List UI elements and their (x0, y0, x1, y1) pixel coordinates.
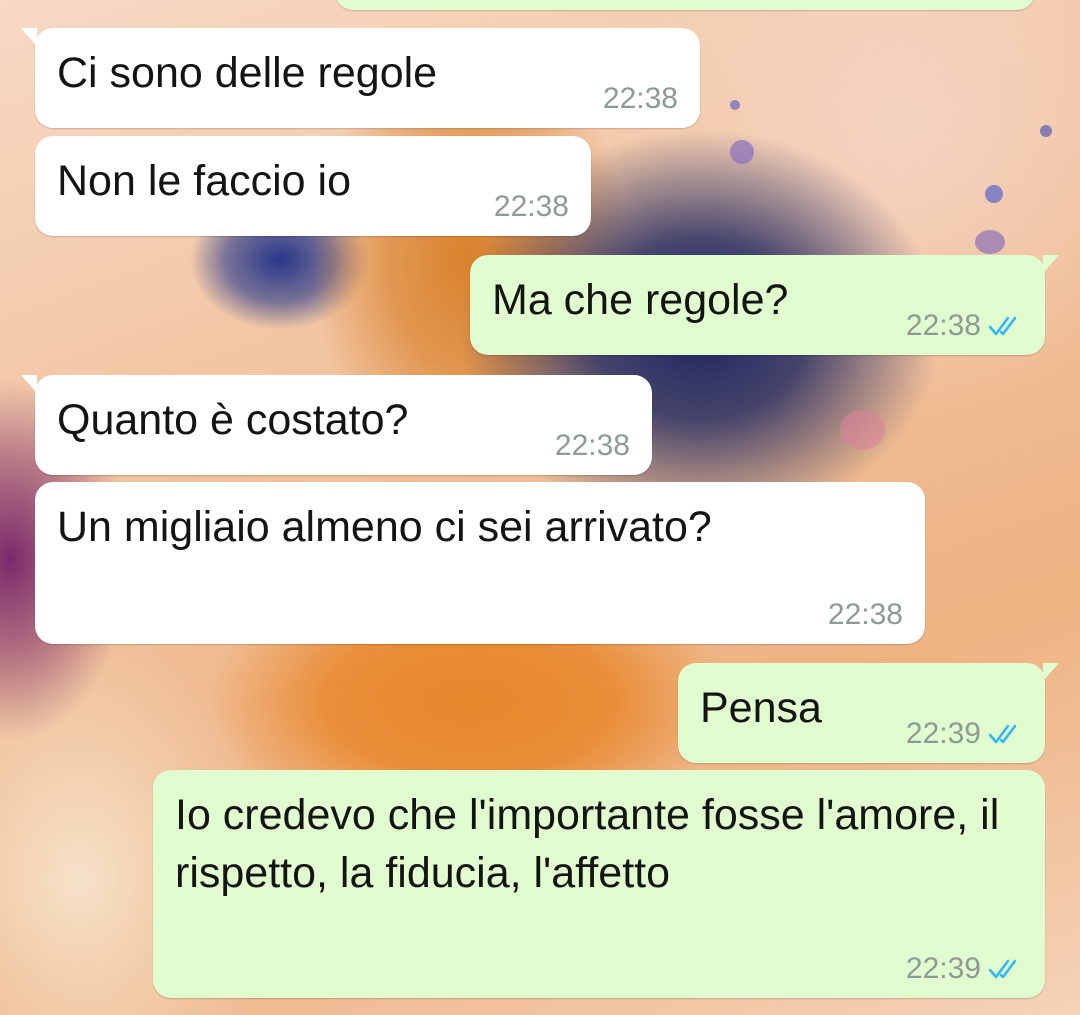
message-meta: 22:38 (494, 190, 569, 224)
message-bubble-outgoing[interactable]: Pensa 22:39 (678, 663, 1059, 763)
wallpaper-paint-dot (985, 185, 1003, 203)
message-meta: 22:39 (906, 717, 1023, 751)
wallpaper-paint-dot (730, 100, 740, 110)
message-text: Io credevo che l'importante fosse l'amor… (175, 791, 1000, 897)
message-text: Non le faccio io (57, 157, 351, 205)
message-meta: 22:38 (555, 429, 630, 463)
message-text: Pensa (700, 684, 822, 732)
message-meta: 22:38 (603, 82, 678, 116)
message-bubble-incoming[interactable]: Non le faccio io 22:38 (35, 136, 591, 236)
message-meta: 22:38 (828, 598, 903, 632)
message-bubble-outgoing[interactable]: Io credevo che l'importante fosse l'amor… (153, 770, 1045, 998)
message-time: 22:38 (493, 190, 569, 223)
message-text: Ci sono delle regole (57, 49, 438, 97)
wallpaper-paint-dot (975, 230, 1005, 254)
wallpaper-paint-dot (1040, 125, 1052, 137)
wallpaper-paint-dot (730, 140, 754, 164)
message-text: Quanto è costato? (57, 396, 409, 444)
message-time: 22:39 (905, 717, 981, 750)
message-time: 22:38 (827, 598, 903, 631)
message-bubble-incoming[interactable]: Un migliaio almeno ci sei arrivato? 22:3… (35, 482, 925, 644)
message-time: 22:38 (554, 429, 630, 462)
message-time: 22:38 (602, 82, 678, 115)
message-text: Un migliaio almeno ci sei arrivato? (57, 503, 712, 551)
double-check-read-icon (989, 724, 1017, 744)
message-meta: 22:38 (906, 309, 1023, 343)
message-bubble-outgoing[interactable]: Ma che regole? 22:38 (470, 255, 1059, 355)
message-bubble-incoming[interactable]: Ci sono delle regole 22:38 (21, 28, 700, 128)
message-time: 22:38 (905, 309, 981, 342)
message-time: 22:39 (905, 952, 981, 985)
message-bubble-incoming[interactable]: Quanto è costato? 22:38 (21, 375, 652, 475)
wallpaper-paint-dot (840, 410, 885, 450)
message-meta: 22:39 (906, 952, 1023, 986)
previous-message-bubble[interactable] (335, 0, 1035, 10)
double-check-read-icon (989, 316, 1017, 336)
double-check-read-icon (989, 959, 1017, 979)
message-text: Ma che regole? (492, 276, 789, 324)
